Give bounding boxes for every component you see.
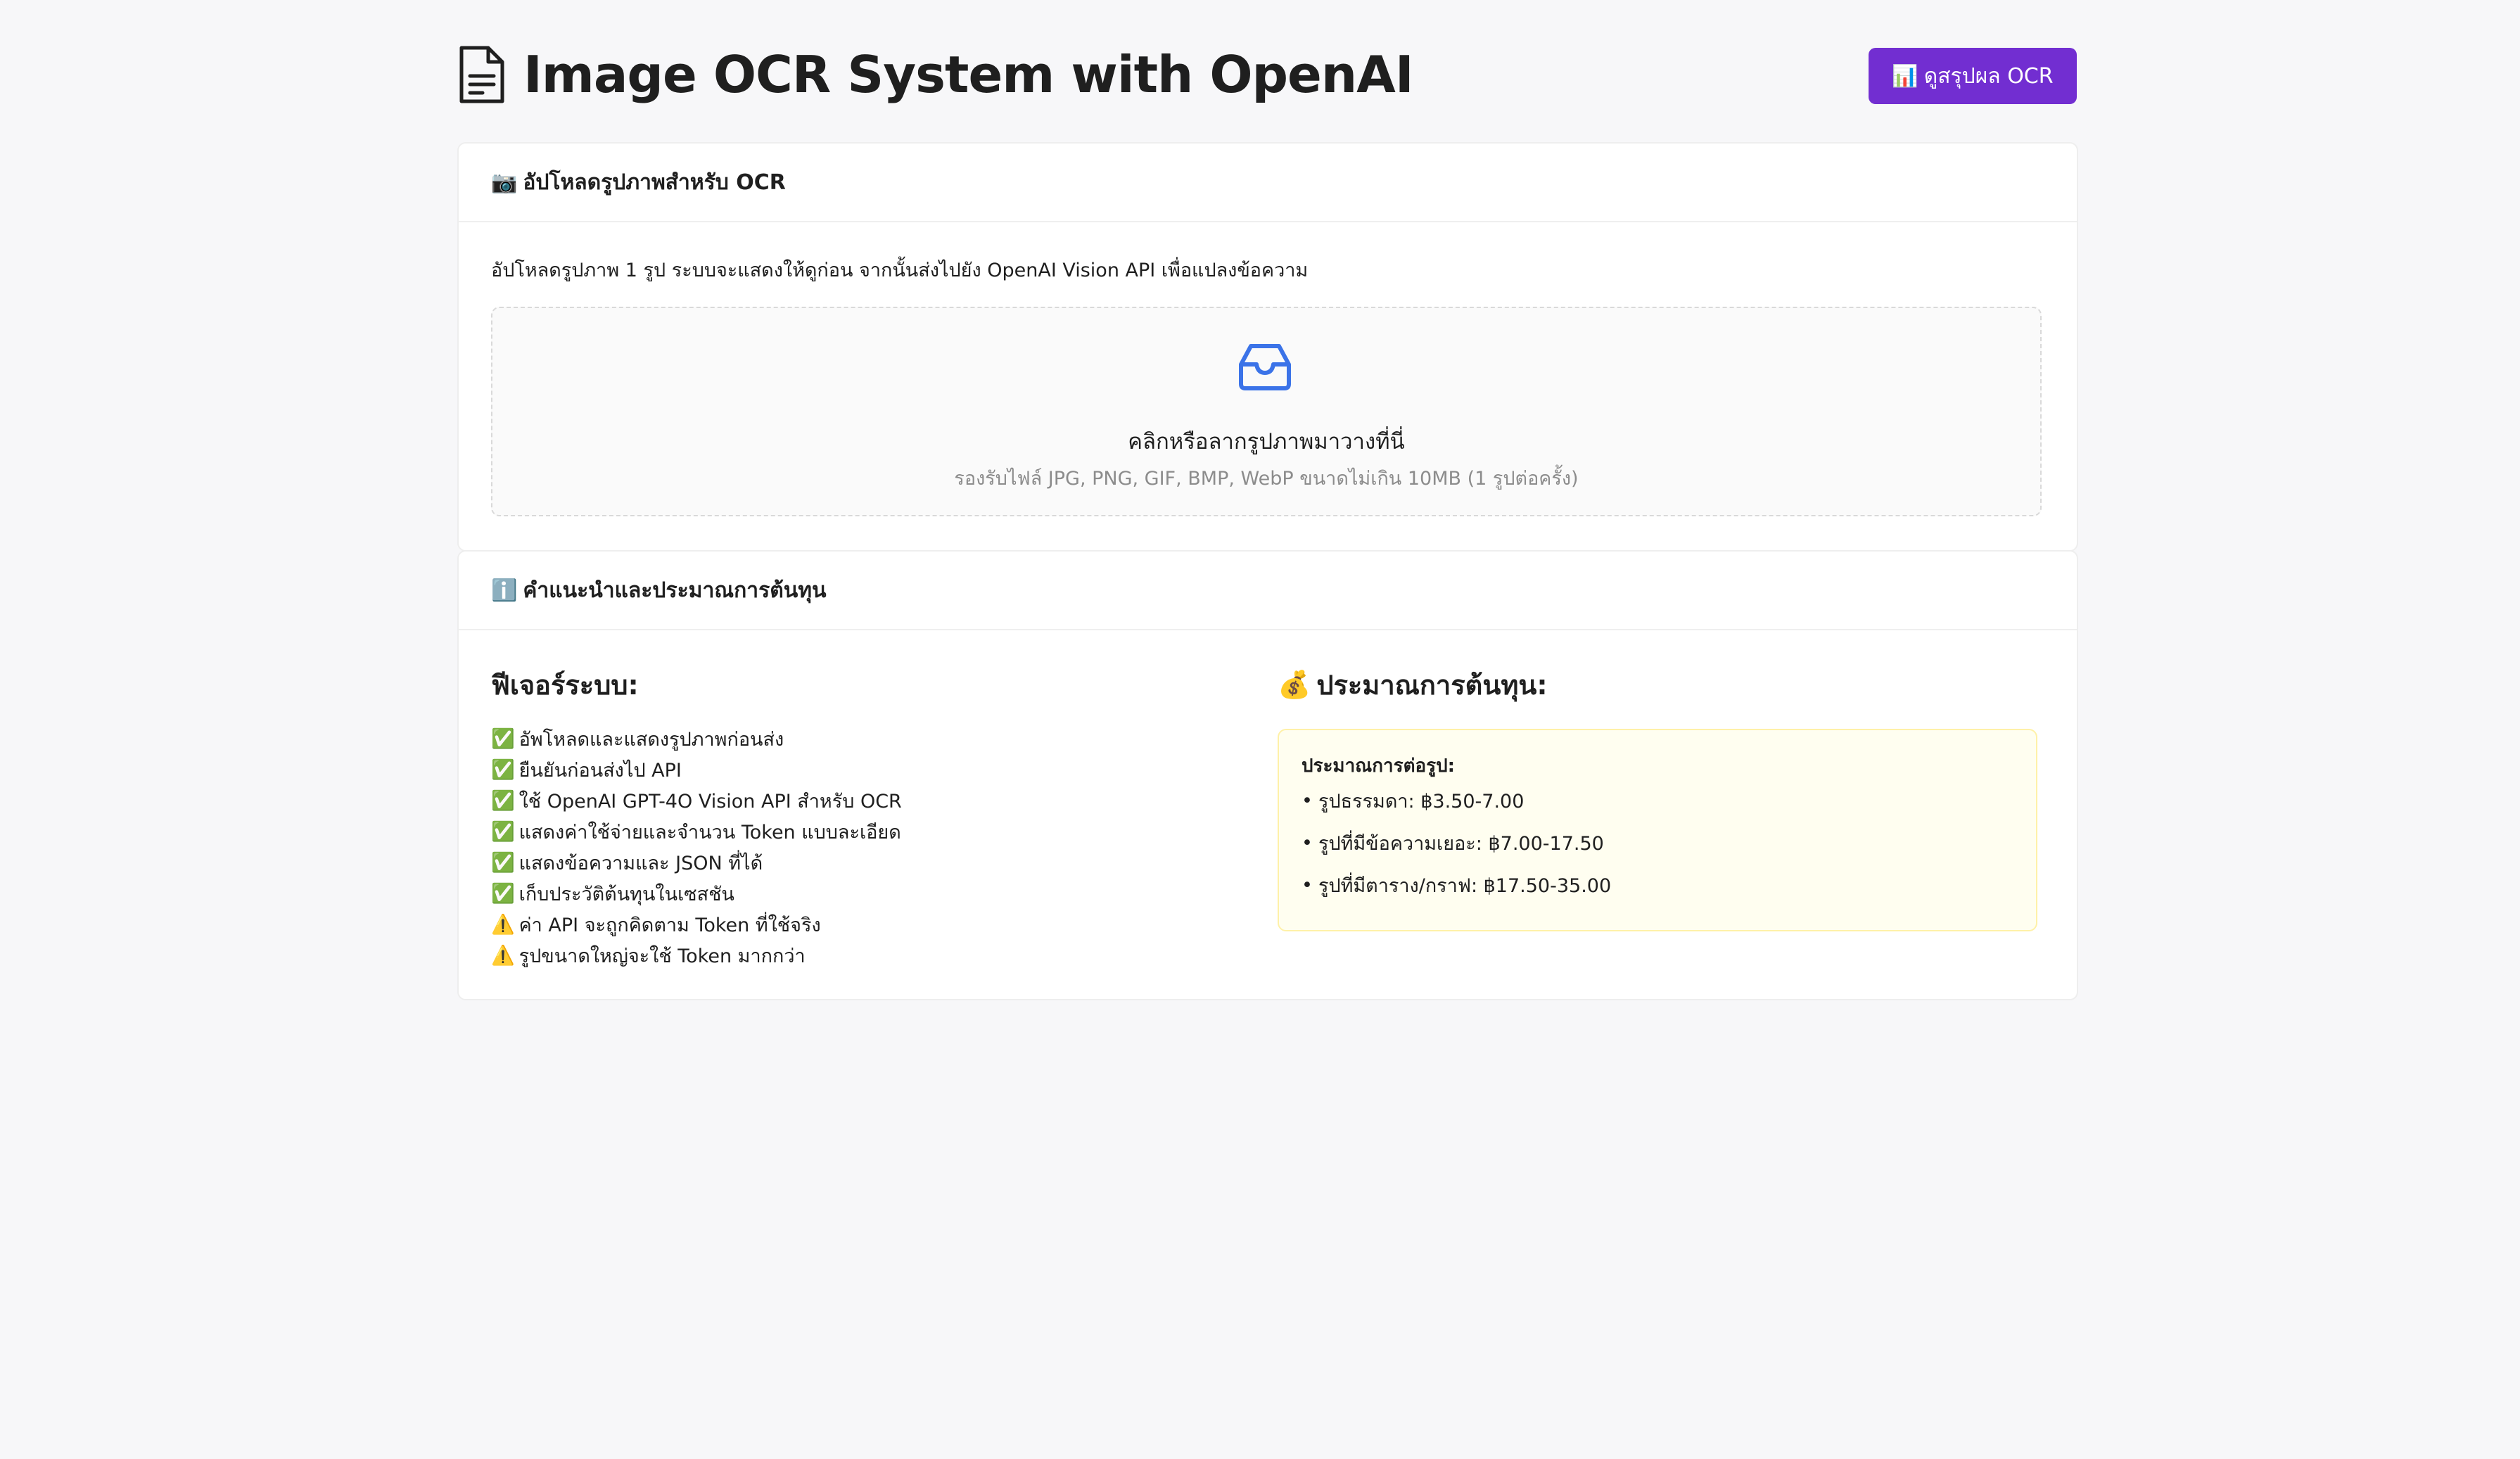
check-icon: ✅: [491, 759, 515, 781]
feature-text: ค่า API จะถูกคิดตาม Token ที่ใช้จริง: [518, 914, 821, 936]
money-bag-icon: 💰: [1278, 668, 1311, 700]
cost-box-title: ประมาณการต่อรูป:: [1302, 756, 1455, 777]
cost-section: 💰 ประมาณการต้นทุน: ประมาณการต่อรูป: • รูป…: [1278, 665, 2040, 931]
cost-title-text: ประมาณการต้นทุน:: [1316, 669, 1548, 701]
warning-icon: ⚠️: [491, 914, 515, 936]
cost-item: • รูปที่มีตาราง/กราฟ: ฿17.50-35.00: [1302, 864, 2013, 906]
feature-text: เก็บประวัติต้นทุนในเซสชัน: [518, 883, 734, 905]
features-section: ฟีเจอร์ระบบ: ✅ อัพโหลดและแสดงรูปภาพก่อนส่…: [491, 665, 1237, 971]
bullet: •: [1302, 789, 1313, 812]
camera-icon: 📷: [491, 170, 518, 195]
title-wrap: Image OCR System with OpenAI: [457, 45, 1414, 104]
bullet: •: [1302, 832, 1313, 854]
page-title: Image OCR System with OpenAI: [523, 45, 1414, 104]
page-header: Image OCR System with OpenAI 📊 ดูสรุปผล …: [457, 0, 2077, 141]
info-card: ℹ️ คำแนะนำและประมาณการต้นทุน ฟีเจอร์ระบบ…: [457, 550, 2078, 1000]
check-icon: ✅: [491, 883, 515, 905]
check-icon: ✅: [491, 821, 515, 843]
upload-description: อัปโหลดรูปภาพ 1 รูป ระบบจะแสดงให้ดูก่อน …: [491, 260, 1309, 281]
warning-icon: ⚠️: [491, 945, 515, 967]
feature-item: ✅ ยืนยันก่อนส่งไป API: [491, 754, 1237, 785]
info-card-header: ℹ️ คำแนะนำและประมาณการต้นทุน: [459, 552, 2077, 630]
feature-item: ✅ อัพโหลดและแสดงรูปภาพก่อนส่ง: [491, 723, 1237, 754]
upload-card-header: 📷 อัปโหลดรูปภาพสำหรับ OCR: [459, 144, 2077, 222]
dropzone-hint: รองรับไฟล์ JPG, PNG, GIF, BMP, WebP ขนาด…: [954, 468, 1579, 490]
feature-item: ✅ ใช้ OpenAI GPT-4O Vision API สำหรับ OCR: [491, 785, 1237, 816]
feature-text: แสดงข้อความและ JSON ที่ได้: [518, 852, 763, 874]
info-icon: ℹ️: [491, 578, 518, 603]
cost-item: • รูปธรรมดา: ฿3.50-7.00: [1302, 779, 2013, 822]
feature-text: ใช้ OpenAI GPT-4O Vision API สำหรับ OCR: [518, 790, 902, 813]
image-dropzone[interactable]: คลิกหรือลากรูปภาพมาวางที่นี่ รองรับไฟล์ …: [491, 307, 2042, 516]
inbox-icon: [1239, 344, 1291, 390]
check-icon: ✅: [491, 852, 515, 874]
view-ocr-summary-button[interactable]: 📊 ดูสรุปผล OCR: [1869, 48, 2077, 104]
feature-item: ✅ เก็บประวัติต้นทุนในเซสชัน: [491, 878, 1237, 909]
check-icon: ✅: [491, 728, 515, 750]
summary-button-label: ดูสรุปผล OCR: [1923, 63, 2054, 89]
bar-chart-icon: 📊: [1892, 63, 1918, 89]
document-icon: [459, 46, 504, 103]
cost-item-text: รูปที่มีข้อความเยอะ: ฿7.00-17.50: [1318, 832, 1604, 855]
feature-text: รูปขนาดใหญ่จะใช้ Token มากกว่า: [518, 945, 806, 967]
check-icon: ✅: [491, 790, 515, 812]
cost-item: • รูปที่มีข้อความเยอะ: ฿7.00-17.50: [1302, 822, 2013, 864]
cost-item-text: รูปธรรมดา: ฿3.50-7.00: [1318, 790, 1525, 813]
bullet: •: [1302, 874, 1313, 896]
feature-item: ✅ แสดงข้อความและ JSON ที่ได้: [491, 847, 1237, 878]
feature-item: ⚠️ ค่า API จะถูกคิดตาม Token ที่ใช้จริง: [491, 909, 1237, 940]
cost-estimate-box: ประมาณการต่อรูป: • รูปธรรมดา: ฿3.50-7.00 …: [1278, 729, 2037, 931]
dropzone-title: คลิกหรือลากรูปภาพมาวางที่นี่: [1128, 429, 1405, 454]
info-card-title: คำแนะนำและประมาณการต้นทุน: [523, 578, 827, 603]
feature-item: ✅ แสดงค่าใช้จ่ายและจำนวน Token แบบละเอียด: [491, 816, 1237, 847]
feature-item: ⚠️ รูปขนาดใหญ่จะใช้ Token มากกว่า: [491, 940, 1237, 971]
cost-item-text: รูปที่มีตาราง/กราฟ: ฿17.50-35.00: [1318, 874, 1612, 897]
feature-text: ยืนยันก่อนส่งไป API: [518, 759, 682, 782]
app-container: Image OCR System with OpenAI 📊 ดูสรุปผล …: [457, 0, 2078, 1000]
upload-card: 📷 อัปโหลดรูปภาพสำหรับ OCR อัปโหลดรูปภาพ …: [457, 142, 2078, 552]
upload-card-title: อัปโหลดรูปภาพสำหรับ OCR: [523, 170, 786, 195]
cost-title: 💰 ประมาณการต้นทุน:: [1278, 665, 2040, 703]
features-list: ✅ อัพโหลดและแสดงรูปภาพก่อนส่ง ✅ ยืนยันก่อน…: [491, 723, 1237, 971]
feature-text: อัพโหลดและแสดงรูปภาพก่อนส่ง: [518, 728, 784, 751]
feature-text: แสดงค่าใช้จ่ายและจำนวน Token แบบละเอียด: [518, 821, 901, 843]
features-title: ฟีเจอร์ระบบ:: [491, 669, 639, 701]
